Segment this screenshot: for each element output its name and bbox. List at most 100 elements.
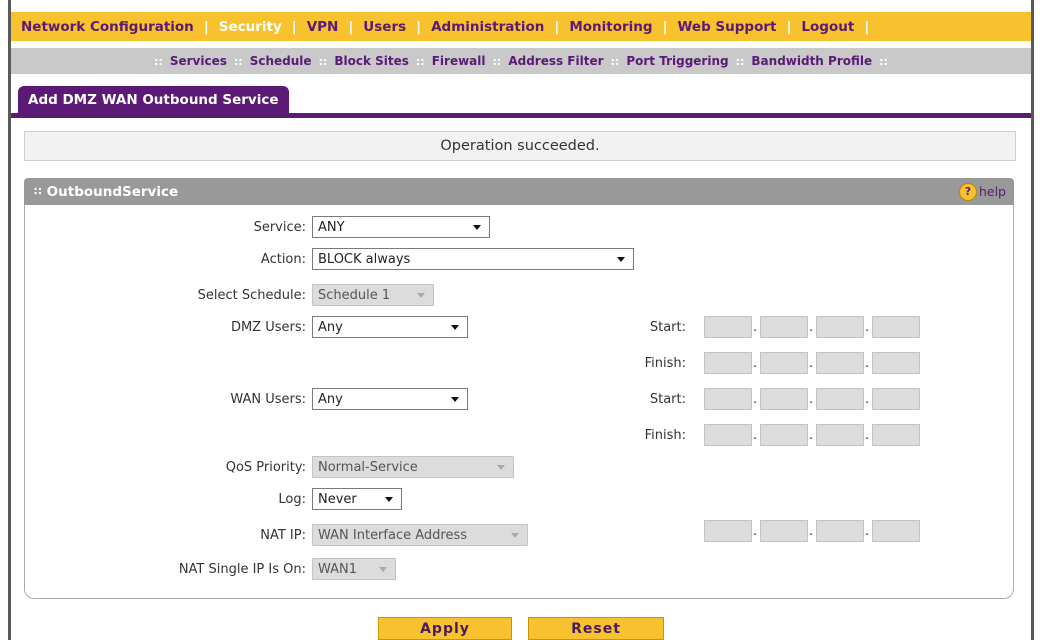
service-value: ANY <box>318 219 345 235</box>
dmz-finish-octet-1[interactable] <box>704 352 752 374</box>
service-select[interactable]: ANY <box>312 216 490 238</box>
wan-users-value: Any <box>318 391 343 407</box>
section-title: OutboundService <box>46 183 179 200</box>
nav-users[interactable]: Users <box>353 19 416 35</box>
status-message: Operation succeeded. <box>24 131 1016 161</box>
dmz-users-select[interactable]: Any <box>312 316 468 338</box>
nat-ip-octet-1[interactable] <box>704 520 752 542</box>
nav-security[interactable]: Security <box>209 19 292 35</box>
log-value: Never <box>318 491 357 507</box>
chevron-down-icon <box>511 532 519 538</box>
ip-dot: . <box>753 356 758 371</box>
nat-single-ip-value: WAN1 <box>318 561 358 577</box>
ip-dot: . <box>753 428 758 443</box>
action-label: Action: <box>260 252 306 267</box>
wan-start-octet-3[interactable] <box>816 388 864 410</box>
subnav-separator: :: <box>233 54 243 68</box>
nat-single-ip-label: NAT Single IP Is On: <box>178 562 306 577</box>
qos-priority-select[interactable]: Normal-Service <box>312 456 514 478</box>
subnav-schedule[interactable]: Schedule <box>243 54 319 68</box>
wan-start-label: Start: <box>649 392 686 407</box>
status-text: Operation succeeded. <box>440 138 600 154</box>
chevron-down-icon <box>617 256 625 262</box>
nav-network-configuration[interactable]: Network Configuration <box>11 19 204 35</box>
dmz-start-octet-1[interactable] <box>704 316 752 338</box>
chevron-down-icon <box>417 292 425 298</box>
sub-nav: :: Services :: Schedule :: Block Sites :… <box>11 48 1031 74</box>
log-label: Log: <box>278 492 306 507</box>
wan-finish-octet-2[interactable] <box>760 424 808 446</box>
ip-dot: . <box>809 356 814 371</box>
ip-dot: . <box>753 320 758 335</box>
qos-priority-label: QoS Priority: <box>225 460 306 475</box>
chevron-down-icon <box>473 224 481 230</box>
nav-administration[interactable]: Administration <box>421 19 554 35</box>
wan-finish-octet-3[interactable] <box>816 424 864 446</box>
ip-dot: . <box>865 356 870 371</box>
subnav-services[interactable]: Services <box>163 54 234 68</box>
log-select[interactable]: Never <box>312 488 402 510</box>
dmz-users-label: DMZ Users: <box>230 320 306 335</box>
window-edge-right <box>1031 0 1034 640</box>
nat-ip-value: WAN Interface Address <box>318 527 467 543</box>
chevron-down-icon <box>379 566 387 572</box>
dmz-start-label: Start: <box>649 320 686 335</box>
schedule-label: Select Schedule: <box>197 288 306 303</box>
nav-web-support[interactable]: Web Support <box>668 19 787 35</box>
nat-ip-select[interactable]: WAN Interface Address <box>312 524 528 546</box>
nav-vpn[interactable]: VPN <box>297 19 349 35</box>
subnav-port-triggering[interactable]: Port Triggering <box>619 54 735 68</box>
subnav-separator: :: <box>610 54 620 68</box>
ip-dot: . <box>865 392 870 407</box>
reset-button[interactable]: Reset <box>528 617 664 640</box>
dmz-start-octet-4[interactable] <box>872 316 920 338</box>
subnav-separator: :: <box>154 54 163 68</box>
nat-ip-octet-2[interactable] <box>760 520 808 542</box>
wan-finish-octet-4[interactable] <box>872 424 920 446</box>
nat-ip-octet-4[interactable] <box>872 520 920 542</box>
dmz-finish-octet-4[interactable] <box>872 352 920 374</box>
subnav-address-filter[interactable]: Address Filter <box>501 54 610 68</box>
chevron-down-icon <box>451 396 459 402</box>
tab-add-dmz-wan-outbound-service[interactable]: Add DMZ WAN Outbound Service <box>18 86 289 114</box>
subnav-firewall[interactable]: Firewall <box>425 54 493 68</box>
ip-dot: . <box>753 524 758 539</box>
section-header: ∷ OutboundService ? help <box>24 178 1014 205</box>
dmz-finish-label: Finish: <box>644 356 686 371</box>
nat-ip-octet-3[interactable] <box>816 520 864 542</box>
subnav-bandwidth-profile[interactable]: Bandwidth Profile <box>744 54 879 68</box>
dmz-start-octet-3[interactable] <box>816 316 864 338</box>
chevron-down-icon <box>385 496 393 502</box>
chevron-down-icon <box>451 324 459 330</box>
wan-start-octet-4[interactable] <box>872 388 920 410</box>
ip-dot: . <box>809 392 814 407</box>
ip-dot: . <box>809 320 814 335</box>
nav-separator: | <box>864 18 870 35</box>
wan-users-select[interactable]: Any <box>312 388 468 410</box>
schedule-value: Schedule 1 <box>318 287 391 303</box>
action-value: BLOCK always <box>318 251 411 267</box>
ip-dot: . <box>865 320 870 335</box>
ip-dot: . <box>865 428 870 443</box>
wan-start-octet-2[interactable] <box>760 388 808 410</box>
service-label: Service: <box>253 220 306 235</box>
dmz-start-octet-2[interactable] <box>760 316 808 338</box>
dmz-finish-octet-3[interactable] <box>816 352 864 374</box>
ip-dot: . <box>753 392 758 407</box>
wan-finish-label: Finish: <box>644 428 686 443</box>
subnav-separator: :: <box>735 54 745 68</box>
help-link[interactable]: ? help <box>958 182 1006 201</box>
ip-dot: . <box>809 524 814 539</box>
subnav-block-sites[interactable]: Block Sites <box>327 54 416 68</box>
dmz-finish-octet-2[interactable] <box>760 352 808 374</box>
chevron-down-icon <box>497 464 505 470</box>
nat-single-ip-select[interactable]: WAN1 <box>312 558 396 580</box>
window-edge-left <box>8 0 11 640</box>
nav-monitoring[interactable]: Monitoring <box>559 19 662 35</box>
wan-start-octet-1[interactable] <box>704 388 752 410</box>
action-select[interactable]: BLOCK always <box>312 248 634 270</box>
nav-logout[interactable]: Logout <box>791 19 864 35</box>
apply-button[interactable]: Apply <box>378 617 512 640</box>
wan-finish-octet-1[interactable] <box>704 424 752 446</box>
schedule-select[interactable]: Schedule 1 <box>312 284 434 306</box>
